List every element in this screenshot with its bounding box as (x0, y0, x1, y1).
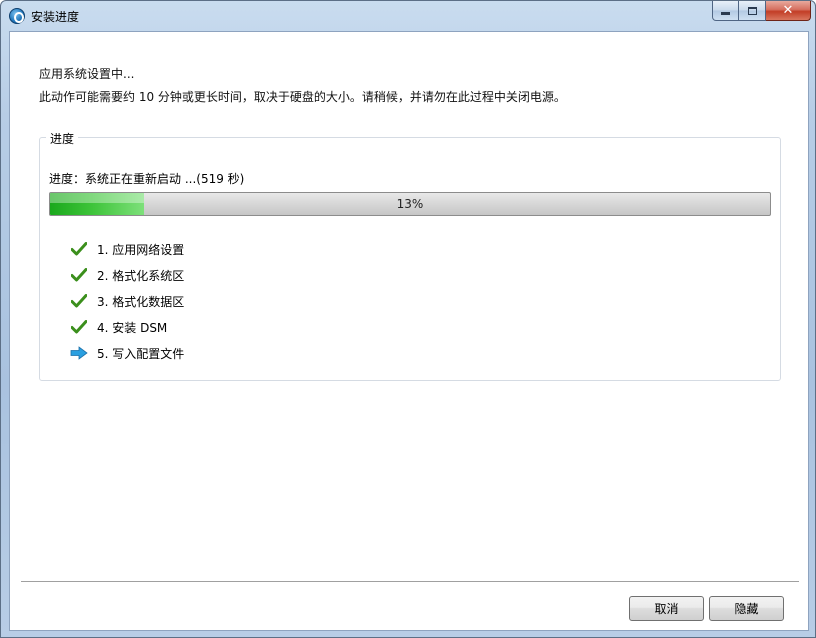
step-item: 1. 应用网络设置 (69, 236, 369, 262)
check-icon (69, 267, 89, 283)
progress-percent: 13% (396, 197, 424, 211)
window-title: 安装进度 (31, 10, 80, 24)
check-icon (69, 293, 89, 309)
divider (21, 581, 799, 583)
title-bar[interactable]: 安装进度 ✕ (1, 1, 816, 31)
arrow-right-icon (69, 345, 89, 361)
hide-button[interactable]: 隐藏 (709, 596, 784, 621)
minimize-button[interactable] (712, 1, 739, 21)
maximize-icon (747, 6, 757, 15)
app-icon (9, 8, 25, 24)
step-item: 4. 安装 DSM (69, 314, 369, 340)
close-icon: ✕ (782, 3, 794, 18)
progress-group-legend: 进度 (46, 130, 79, 147)
step-label: 1. 应用网络设置 (97, 242, 185, 257)
maximize-button[interactable] (739, 1, 766, 21)
step-label: 2. 格式化系统区 (97, 268, 185, 283)
step-label: 4. 安装 DSM (97, 320, 168, 335)
cancel-button[interactable]: 取消 (629, 596, 704, 621)
close-button[interactable]: ✕ (766, 1, 811, 21)
status-description: 此动作可能需要约 10 分钟或更长时间，取决于硬盘的大小。请稍候，并请勿在此过程… (39, 90, 566, 104)
progress-bar: 13% (49, 192, 771, 216)
step-item: 2. 格式化系统区 (69, 262, 369, 288)
status-heading: 应用系统设置中... (39, 67, 135, 81)
dialog-body: 应用系统设置中... 此动作可能需要约 10 分钟或更长时间，取决于硬盘的大小。… (9, 31, 809, 631)
step-label: 5. 写入配置文件 (97, 346, 185, 361)
step-list: 1. 应用网络设置 2. 格式化系统区 3. 格式化数据区 4. 安装 DSM 5. 写… (69, 236, 369, 366)
window-controls: ✕ (712, 1, 811, 21)
step-item: 3. 格式化数据区 (69, 288, 369, 314)
minimize-icon (721, 12, 730, 15)
check-icon (69, 319, 89, 335)
progress-status-label: 进度：系统正在重新启动 ...(519 秒) (49, 172, 245, 186)
step-item: 5. 写入配置文件 (69, 340, 369, 366)
check-icon (69, 241, 89, 257)
step-label: 3. 格式化数据区 (97, 294, 185, 309)
window-frame: 安装进度 ✕ 应用系统设置中... 此动作可能需要约 10 分钟或更长时间，取决… (0, 0, 816, 638)
